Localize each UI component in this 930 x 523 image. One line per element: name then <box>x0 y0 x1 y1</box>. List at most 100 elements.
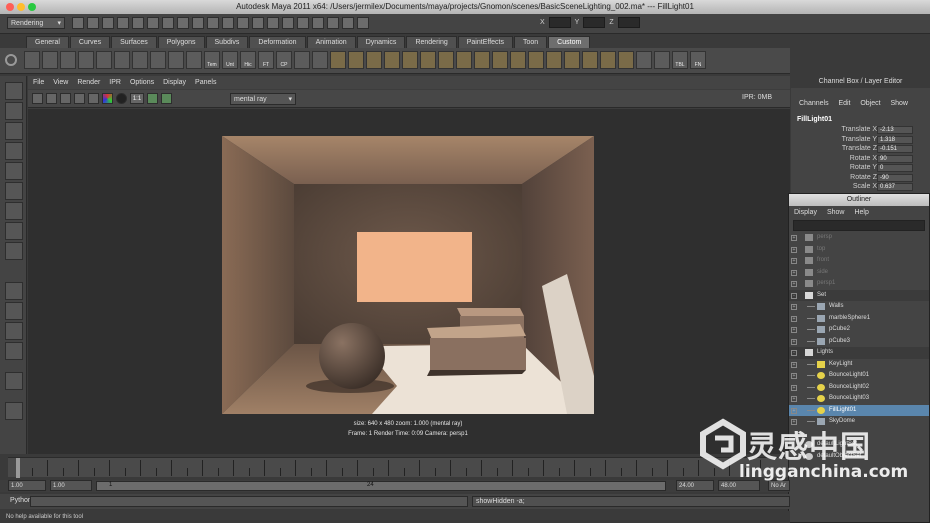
channel-attribute-value[interactable]: 0.637 <box>877 183 913 191</box>
outliner-item[interactable]: - Lights <box>789 347 929 359</box>
ipr-render-icon[interactable] <box>88 93 99 104</box>
status-tool-icon[interactable] <box>252 17 264 29</box>
status-tool-icon[interactable] <box>357 17 369 29</box>
status-tool-icon[interactable] <box>102 17 114 29</box>
manipulator-icon[interactable] <box>5 202 23 220</box>
shelf-tab-polygons[interactable]: Polygons <box>157 36 205 48</box>
shelf-tool-icon[interactable] <box>474 51 490 69</box>
menu-set-dropdown[interactable]: Rendering ▾ <box>7 17 65 29</box>
shelf-tool-icon[interactable] <box>312 51 328 69</box>
alpha-channel-icon[interactable] <box>116 93 127 104</box>
channel-attribute-value[interactable]: -2.13 <box>877 126 913 134</box>
expand-icon[interactable]: + <box>791 269 797 276</box>
status-tool-icon[interactable] <box>207 17 219 29</box>
outliner-item[interactable]: + FillLight01 <box>789 404 929 416</box>
shelf-tool-icon[interactable] <box>78 51 94 69</box>
channel-attribute-value[interactable]: 1.318 <box>877 135 913 144</box>
shelf-tab-general[interactable]: General <box>26 36 69 48</box>
lasso-tool-icon[interactable] <box>5 102 23 120</box>
outliner-menu-show[interactable]: Show <box>827 206 845 219</box>
outliner-item[interactable]: + side <box>789 267 929 279</box>
z-field[interactable] <box>617 17 640 28</box>
channel-box-menu-edit[interactable]: Edit <box>838 100 850 107</box>
outliner-menu-help[interactable]: Help <box>854 206 868 219</box>
status-tool-icon[interactable] <box>87 17 99 29</box>
layout-persp-outliner-icon[interactable] <box>5 322 23 340</box>
scale-tool-icon[interactable] <box>5 182 23 200</box>
shelf-tool-icon[interactable] <box>456 51 472 69</box>
status-tool-icon[interactable] <box>162 17 174 29</box>
channel-attribute-value[interactable]: 90 <box>877 154 913 163</box>
expand-icon[interactable]: + <box>791 407 797 414</box>
panel-menu-file[interactable]: File <box>33 76 44 89</box>
shelf-tool-icon[interactable] <box>618 51 634 69</box>
shelf-tab-surfaces[interactable]: Surfaces <box>111 36 157 48</box>
outliner-item[interactable]: + pCube3 <box>789 336 929 348</box>
range-slider[interactable]: 1 24 <box>96 481 666 491</box>
shelf-tool-icon[interactable] <box>24 51 40 69</box>
shelf-tab-toon[interactable]: Toon <box>513 36 548 48</box>
expand-icon[interactable]: + <box>791 384 797 391</box>
channel-attribute-value[interactable]: -0.151 <box>877 145 913 153</box>
panel-menu-render[interactable]: Render <box>77 76 100 89</box>
command-input[interactable] <box>30 496 468 507</box>
current-time-indicator[interactable] <box>16 458 20 478</box>
shelf-tool-icon[interactable] <box>96 51 112 69</box>
layout-four-icon[interactable] <box>5 302 23 320</box>
status-tool-icon[interactable] <box>177 17 189 29</box>
shelf-tool-icon[interactable] <box>564 51 580 69</box>
channel-box-menu-object[interactable]: Object <box>860 100 880 107</box>
shelf-tab-dynamics[interactable]: Dynamics <box>356 36 406 48</box>
renderer-dropdown[interactable]: mental ray ▾ <box>230 93 296 105</box>
outliner-item[interactable]: + BounceLight02 <box>789 382 929 394</box>
playback-start-field[interactable]: 1.00 <box>50 480 92 491</box>
shelf-tool-icon[interactable]: Unt <box>222 51 238 69</box>
expand-icon[interactable]: + <box>791 281 797 287</box>
shelf-tool-icon[interactable] <box>600 51 616 69</box>
last-tool-icon[interactable] <box>5 242 23 260</box>
shelf-tool-icon[interactable] <box>438 51 454 69</box>
status-tool-icon[interactable] <box>147 17 159 29</box>
panel-menu-display[interactable]: Display <box>163 76 186 89</box>
outliner-item[interactable]: + front <box>789 255 929 267</box>
status-tool-icon[interactable] <box>222 17 234 29</box>
channel-attribute-value[interactable]: -90 <box>877 173 913 182</box>
status-tool-icon[interactable] <box>72 17 84 29</box>
channel-attribute-value[interactable]: 0 <box>877 164 913 172</box>
keep-image-icon[interactable] <box>147 93 158 104</box>
shelf-tool-icon[interactable] <box>510 51 526 69</box>
outliner-item[interactable]: + pCube2 <box>789 324 929 336</box>
shelf-tool-icon[interactable] <box>402 51 418 69</box>
layout-hypershade-icon[interactable] <box>5 372 23 390</box>
shelf-tool-icon[interactable] <box>546 51 562 69</box>
outliner-item[interactable]: + BounceLight03 <box>789 393 929 405</box>
outliner-menu-display[interactable]: Display <box>794 206 817 219</box>
shelf-tool-icon[interactable] <box>186 51 202 69</box>
y-field[interactable] <box>583 17 606 28</box>
shelf-tab-subdivs[interactable]: Subdivs <box>205 36 249 48</box>
soft-mod-icon[interactable] <box>5 222 23 240</box>
status-tool-icon[interactable] <box>192 17 204 29</box>
expand-icon[interactable]: + <box>791 304 797 310</box>
shelf-tool-icon[interactable]: FN <box>690 51 706 69</box>
status-tool-icon[interactable] <box>312 17 324 29</box>
shelf-tab-animation[interactable]: Animation <box>306 36 356 48</box>
status-tool-icon[interactable] <box>237 17 249 29</box>
rgb-channels-icon[interactable] <box>102 93 113 104</box>
shelf-options-gear-icon[interactable] <box>5 54 17 66</box>
outliner-item[interactable]: + Walls <box>789 301 929 313</box>
shelf-tool-icon[interactable] <box>60 51 76 69</box>
refresh-ipr-icon[interactable] <box>74 93 85 104</box>
outliner-item[interactable]: + KeyLight <box>789 359 929 371</box>
shelf-tool-icon[interactable] <box>330 51 346 69</box>
expand-icon[interactable]: + <box>791 338 797 345</box>
expand-icon[interactable]: + <box>791 327 797 333</box>
outliner-item[interactable]: + persp1 <box>789 278 929 290</box>
shelf-tool-icon[interactable] <box>528 51 544 69</box>
shelf-tool-icon[interactable] <box>132 51 148 69</box>
outliner-item[interactable]: + BounceLight01 <box>789 370 929 382</box>
shelf-tool-icon[interactable] <box>636 51 652 69</box>
status-tool-icon[interactable] <box>117 17 129 29</box>
expand-icon[interactable]: + <box>791 373 797 379</box>
shelf-tool-icon[interactable] <box>42 51 58 69</box>
